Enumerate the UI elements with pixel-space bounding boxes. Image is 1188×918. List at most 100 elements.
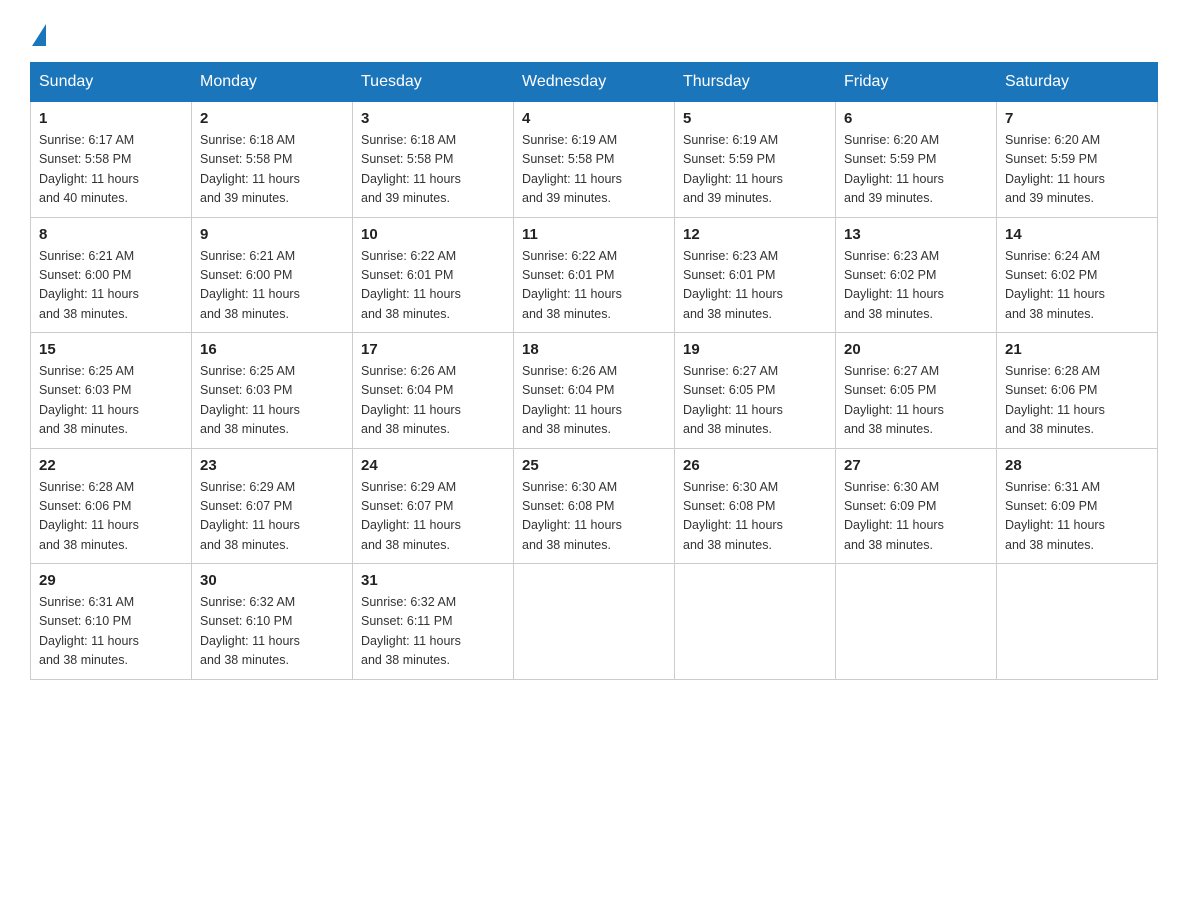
day-number: 3	[361, 110, 505, 127]
day-number: 13	[844, 226, 988, 243]
column-header-tuesday: Tuesday	[353, 63, 514, 102]
day-info: Sunrise: 6:20 AMSunset: 5:59 PMDaylight:…	[1005, 131, 1149, 209]
day-info: Sunrise: 6:30 AMSunset: 6:08 PMDaylight:…	[522, 478, 666, 556]
calendar-cell: 4Sunrise: 6:19 AMSunset: 5:58 PMDaylight…	[514, 102, 675, 218]
calendar-cell: 27 Sunrise: 6:30 AMSunset: 6:09 PMDayligh…	[836, 448, 997, 564]
day-info: Sunrise: 6:27 AMSunset: 6:05 PMDaylight:…	[844, 362, 988, 440]
calendar-cell	[997, 564, 1158, 680]
logo	[30, 20, 46, 42]
calendar-cell: 18 Sunrise: 6:26 AMSunset: 6:04 PMDayligh…	[514, 333, 675, 449]
day-number: 22	[39, 457, 183, 474]
day-number: 14	[1005, 226, 1149, 243]
day-number: 15	[39, 341, 183, 358]
page-header	[30, 20, 1158, 42]
calendar-cell: 12Sunrise: 6:23 AMSunset: 6:01 PMDayligh…	[675, 217, 836, 333]
calendar-cell: 22 Sunrise: 6:28 AMSunset: 6:06 PMDayligh…	[31, 448, 192, 564]
day-info: Sunrise: 6:22 AMSunset: 6:01 PMDaylight:…	[522, 247, 666, 325]
calendar-cell: 20 Sunrise: 6:27 AMSunset: 6:05 PMDayligh…	[836, 333, 997, 449]
day-info: Sunrise: 6:32 AMSunset: 6:11 PMDaylight:…	[361, 593, 505, 671]
day-number: 16	[200, 341, 344, 358]
day-info: Sunrise: 6:25 AMSunset: 6:03 PMDaylight:…	[39, 362, 183, 440]
day-info: Sunrise: 6:21 AMSunset: 6:00 PMDaylight:…	[39, 247, 183, 325]
column-header-monday: Monday	[192, 63, 353, 102]
calendar-cell: 3 Sunrise: 6:18 AMSunset: 5:58 PMDaylight…	[353, 102, 514, 218]
day-number: 2	[200, 110, 344, 127]
day-info: Sunrise: 6:30 AMSunset: 6:09 PMDaylight:…	[844, 478, 988, 556]
day-info: Sunrise: 6:23 AMSunset: 6:01 PMDaylight:…	[683, 247, 827, 325]
column-header-sunday: Sunday	[31, 63, 192, 102]
calendar-week-row: 8 Sunrise: 6:21 AMSunset: 6:00 PMDaylight…	[31, 217, 1158, 333]
calendar-cell: 21 Sunrise: 6:28 AMSunset: 6:06 PMDayligh…	[997, 333, 1158, 449]
day-number: 24	[361, 457, 505, 474]
day-number: 23	[200, 457, 344, 474]
calendar-cell: 31 Sunrise: 6:32 AMSunset: 6:11 PMDayligh…	[353, 564, 514, 680]
calendar-cell: 16 Sunrise: 6:25 AMSunset: 6:03 PMDayligh…	[192, 333, 353, 449]
day-number: 6	[844, 110, 988, 127]
column-header-friday: Friday	[836, 63, 997, 102]
day-info: Sunrise: 6:29 AMSunset: 6:07 PMDaylight:…	[361, 478, 505, 556]
day-info: Sunrise: 6:30 AMSunset: 6:08 PMDaylight:…	[683, 478, 827, 556]
day-number: 9	[200, 226, 344, 243]
calendar-cell: 15 Sunrise: 6:25 AMSunset: 6:03 PMDayligh…	[31, 333, 192, 449]
logo-top	[30, 20, 46, 46]
day-info: Sunrise: 6:24 AMSunset: 6:02 PMDaylight:…	[1005, 247, 1149, 325]
day-info: Sunrise: 6:25 AMSunset: 6:03 PMDaylight:…	[200, 362, 344, 440]
day-info: Sunrise: 6:23 AMSunset: 6:02 PMDaylight:…	[844, 247, 988, 325]
calendar-table: SundayMondayTuesdayWednesdayThursdayFrid…	[30, 62, 1158, 680]
calendar-cell: 30 Sunrise: 6:32 AMSunset: 6:10 PMDayligh…	[192, 564, 353, 680]
calendar-cell: 10 Sunrise: 6:22 AMSunset: 6:01 PMDayligh…	[353, 217, 514, 333]
day-info: Sunrise: 6:18 AMSunset: 5:58 PMDaylight:…	[200, 131, 344, 209]
day-info: Sunrise: 6:21 AMSunset: 6:00 PMDaylight:…	[200, 247, 344, 325]
calendar-cell	[675, 564, 836, 680]
day-number: 29	[39, 572, 183, 589]
calendar-cell	[514, 564, 675, 680]
column-header-thursday: Thursday	[675, 63, 836, 102]
calendar-cell: 13 Sunrise: 6:23 AMSunset: 6:02 PMDayligh…	[836, 217, 997, 333]
day-info: Sunrise: 6:32 AMSunset: 6:10 PMDaylight:…	[200, 593, 344, 671]
calendar-week-row: 1 Sunrise: 6:17 AMSunset: 5:58 PMDaylight…	[31, 102, 1158, 218]
day-number: 31	[361, 572, 505, 589]
column-header-saturday: Saturday	[997, 63, 1158, 102]
calendar-week-row: 15 Sunrise: 6:25 AMSunset: 6:03 PMDayligh…	[31, 333, 1158, 449]
calendar-cell: 24 Sunrise: 6:29 AMSunset: 6:07 PMDayligh…	[353, 448, 514, 564]
day-number: 25	[522, 457, 666, 474]
calendar-week-row: 29 Sunrise: 6:31 AMSunset: 6:10 PMDayligh…	[31, 564, 1158, 680]
day-info: Sunrise: 6:28 AMSunset: 6:06 PMDaylight:…	[39, 478, 183, 556]
day-number: 18	[522, 341, 666, 358]
calendar-cell: 11 Sunrise: 6:22 AMSunset: 6:01 PMDayligh…	[514, 217, 675, 333]
day-info: Sunrise: 6:28 AMSunset: 6:06 PMDaylight:…	[1005, 362, 1149, 440]
calendar-cell: 5 Sunrise: 6:19 AMSunset: 5:59 PMDaylight…	[675, 102, 836, 218]
day-number: 26	[683, 457, 827, 474]
calendar-cell: 8 Sunrise: 6:21 AMSunset: 6:00 PMDaylight…	[31, 217, 192, 333]
day-info: Sunrise: 6:26 AMSunset: 6:04 PMDaylight:…	[522, 362, 666, 440]
day-info: Sunrise: 6:31 AMSunset: 6:10 PMDaylight:…	[39, 593, 183, 671]
day-number: 4	[522, 110, 666, 127]
calendar-cell: 25 Sunrise: 6:30 AMSunset: 6:08 PMDayligh…	[514, 448, 675, 564]
calendar-cell: 9 Sunrise: 6:21 AMSunset: 6:00 PMDaylight…	[192, 217, 353, 333]
day-number: 1	[39, 110, 183, 127]
calendar-cell: 1 Sunrise: 6:17 AMSunset: 5:58 PMDaylight…	[31, 102, 192, 218]
day-number: 30	[200, 572, 344, 589]
day-info: Sunrise: 6:20 AMSunset: 5:59 PMDaylight:…	[844, 131, 988, 209]
day-number: 8	[39, 226, 183, 243]
day-number: 27	[844, 457, 988, 474]
day-number: 10	[361, 226, 505, 243]
day-number: 21	[1005, 341, 1149, 358]
calendar-cell: 2 Sunrise: 6:18 AMSunset: 5:58 PMDaylight…	[192, 102, 353, 218]
calendar-cell: 26 Sunrise: 6:30 AMSunset: 6:08 PMDayligh…	[675, 448, 836, 564]
day-number: 17	[361, 341, 505, 358]
day-info: Sunrise: 6:26 AMSunset: 6:04 PMDaylight:…	[361, 362, 505, 440]
day-number: 5	[683, 110, 827, 127]
calendar-week-row: 22 Sunrise: 6:28 AMSunset: 6:06 PMDayligh…	[31, 448, 1158, 564]
day-info: Sunrise: 6:19 AMSunset: 5:59 PMDaylight:…	[683, 131, 827, 209]
day-number: 11	[522, 226, 666, 243]
column-header-wednesday: Wednesday	[514, 63, 675, 102]
day-number: 19	[683, 341, 827, 358]
day-info: Sunrise: 6:18 AMSunset: 5:58 PMDaylight:…	[361, 131, 505, 209]
calendar-cell: 28Sunrise: 6:31 AMSunset: 6:09 PMDayligh…	[997, 448, 1158, 564]
day-info: Sunrise: 6:22 AMSunset: 6:01 PMDaylight:…	[361, 247, 505, 325]
day-info: Sunrise: 6:17 AMSunset: 5:58 PMDaylight:…	[39, 131, 183, 209]
logo-triangle-icon	[32, 24, 46, 46]
day-info: Sunrise: 6:31 AMSunset: 6:09 PMDaylight:…	[1005, 478, 1149, 556]
day-number: 20	[844, 341, 988, 358]
